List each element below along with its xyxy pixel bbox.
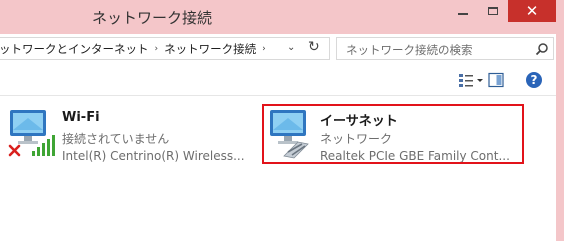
- close-button[interactable]: ✕: [508, 0, 556, 22]
- help-icon: ?: [526, 72, 542, 88]
- wifi-adapter-icon: [8, 108, 58, 164]
- close-icon: ✕: [525, 2, 539, 20]
- title-bar: ネットワーク接続 ✕: [0, 0, 556, 34]
- minimize-icon: [458, 13, 468, 15]
- refresh-icon[interactable]: ↻: [308, 39, 320, 55]
- adapter-item-wifi[interactable]: Wi-Fi 接続されていません Intel(R) Centrino(R) Wir…: [8, 106, 260, 164]
- svg-text:?: ?: [531, 73, 538, 87]
- breadcrumb-network-internet[interactable]: ットワークとインターネット: [0, 41, 152, 57]
- adapter-name: Wi-Fi: [62, 110, 100, 125]
- maximize-button[interactable]: [480, 0, 506, 22]
- window-title: ネットワーク接続: [92, 9, 213, 27]
- network-connections-window: ネットワーク接続 ✕ ットワークとインターネット › ネットワーク接続 › ⌄ …: [0, 0, 556, 241]
- preview-pane-icon: [488, 72, 504, 88]
- minimize-button[interactable]: [450, 0, 476, 22]
- search-icon[interactable]: [535, 41, 549, 60]
- breadcrumb-separator-icon[interactable]: ›: [152, 44, 165, 54]
- maximize-icon: [488, 7, 498, 15]
- ethernet-highlight-box: [262, 104, 524, 164]
- adapter-status: 接続されていません: [62, 132, 170, 146]
- address-bar[interactable]: ットワークとインターネット › ネットワーク接続 › ⌄ ↻: [0, 37, 330, 60]
- search-placeholder[interactable]: ネットワーク接続の検索: [346, 42, 473, 58]
- help-button[interactable]: ?: [525, 71, 543, 93]
- command-bar: ?: [0, 66, 556, 96]
- address-history-dropdown-icon[interactable]: ⌄: [287, 42, 295, 53]
- preview-pane-button[interactable]: [488, 72, 504, 92]
- search-box[interactable]: ネットワーク接続の検索: [336, 37, 554, 60]
- breadcrumb-separator-icon[interactable]: ›: [259, 44, 272, 54]
- window-border-right: [556, 0, 564, 241]
- address-bar-row: ットワークとインターネット › ネットワーク接続 › ⌄ ↻ ネットワーク接続の…: [0, 34, 556, 66]
- change-view-button[interactable]: [458, 72, 484, 92]
- adapter-device: Intel(R) Centrino(R) Wireless...: [62, 149, 245, 163]
- breadcrumb-network-connections[interactable]: ネットワーク接続: [164, 41, 259, 57]
- view-options-icon: [459, 74, 483, 87]
